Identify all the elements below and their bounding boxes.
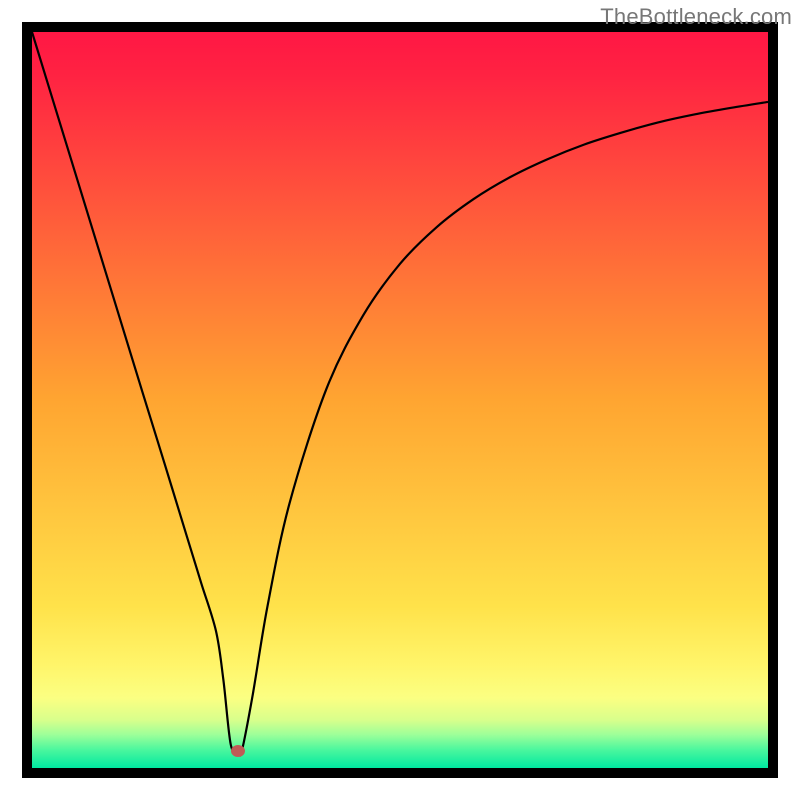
plot-area (32, 32, 768, 768)
bottleneck-curve (32, 32, 768, 768)
optimal-point-marker (231, 745, 245, 757)
watermark-text: TheBottleneck.com (600, 4, 792, 30)
chart-container: TheBottleneck.com (0, 0, 800, 800)
